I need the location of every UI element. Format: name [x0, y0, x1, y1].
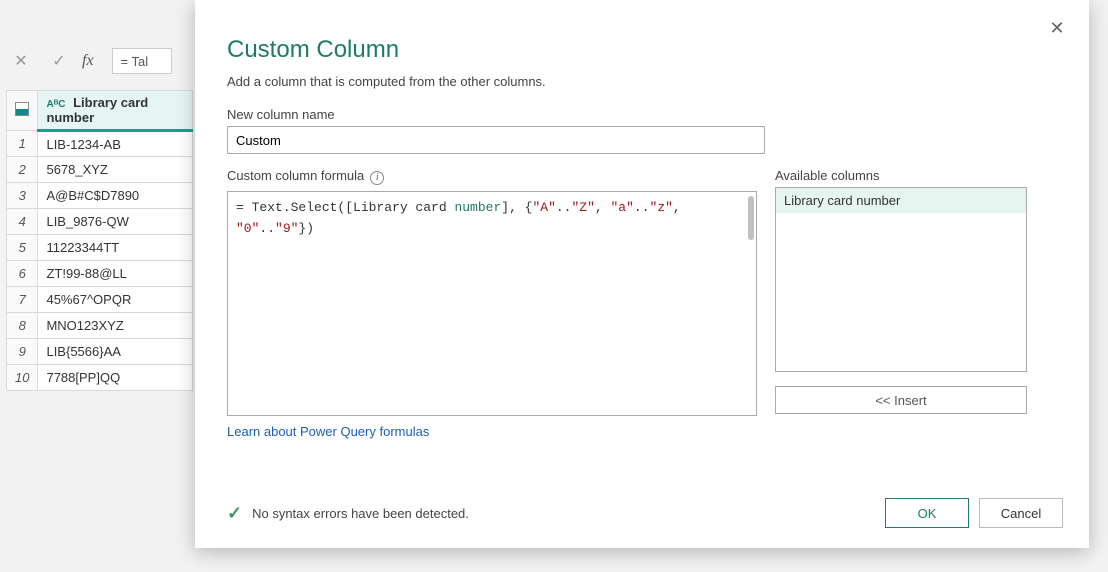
close-icon[interactable]: ✕: [1043, 14, 1071, 42]
table-row[interactable]: 9LIB{5566}AA: [7, 339, 193, 365]
fx-icon[interactable]: fx: [82, 52, 94, 70]
info-icon[interactable]: i: [370, 171, 384, 185]
custom-column-formula-input[interactable]: = Text.Select([Library card number], {"A…: [227, 191, 757, 416]
table-row[interactable]: 3A@B#C$D7890: [7, 183, 193, 209]
formula-token: "a": [611, 200, 634, 215]
insert-button[interactable]: << Insert: [775, 386, 1027, 414]
formula-token: number: [454, 200, 501, 215]
new-column-name-label: New column name: [227, 107, 1063, 122]
formula-token: ]: [501, 200, 509, 215]
row-number: 3: [7, 183, 38, 209]
row-number: 8: [7, 313, 38, 339]
available-columns-list[interactable]: Library card number: [775, 187, 1027, 372]
check-icon: ✓: [227, 503, 242, 524]
formula-token: }): [298, 221, 314, 236]
formula-token: "A": [532, 200, 555, 215]
status-message: ✓ No syntax errors have been detected.: [227, 503, 469, 524]
cell-value[interactable]: LIB{5566}AA: [38, 339, 193, 365]
text-type-icon: AᴮC: [46, 99, 65, 110]
cell-value[interactable]: MNO123XYZ: [38, 313, 193, 339]
cancel-formula-icon[interactable]: ✕: [6, 46, 36, 76]
row-number: 4: [7, 209, 38, 235]
formula-bar-input[interactable]: = Tal: [112, 48, 172, 74]
formula-token: = Text.Select(: [236, 200, 345, 215]
table-row[interactable]: 745%67^OPQR: [7, 287, 193, 313]
row-number: 5: [7, 235, 38, 261]
table-row[interactable]: 6ZT!99-88@LL: [7, 261, 193, 287]
cell-value[interactable]: 11223344TT: [38, 235, 193, 261]
table-row[interactable]: 8MNO123XYZ: [7, 313, 193, 339]
table-row[interactable]: 4LIB_9876-QW: [7, 209, 193, 235]
cell-value[interactable]: ZT!99-88@LL: [38, 261, 193, 287]
commit-formula-icon[interactable]: ✓: [44, 46, 74, 76]
table-row[interactable]: 1LIB-1234-AB: [7, 131, 193, 157]
formula-token: ..: [556, 200, 572, 215]
formula-token: ,: [595, 200, 611, 215]
new-column-name-input[interactable]: [227, 126, 765, 154]
row-number: 10: [7, 365, 38, 391]
formula-token: "0": [236, 221, 259, 236]
column-header[interactable]: AᴮC Library card number: [38, 91, 193, 131]
cell-value[interactable]: 45%67^OPQR: [38, 287, 193, 313]
cell-value[interactable]: 5678_XYZ: [38, 157, 193, 183]
table-row[interactable]: 107788[PP]QQ: [7, 365, 193, 391]
row-number: 9: [7, 339, 38, 365]
formula-token: "Z": [571, 200, 594, 215]
cell-value[interactable]: A@B#C$D7890: [38, 183, 193, 209]
row-number: 6: [7, 261, 38, 287]
formula-token: ,: [673, 200, 681, 215]
data-grid[interactable]: AᴮC Library card number 1LIB-1234-AB2567…: [6, 90, 193, 391]
formula-token: [Library card: [345, 200, 454, 215]
formula-token: ..: [634, 200, 650, 215]
status-text: No syntax errors have been detected.: [252, 506, 469, 521]
ok-button[interactable]: OK: [885, 498, 969, 528]
custom-column-formula-label: Custom column formula: [227, 168, 364, 183]
scrollbar-thumb[interactable]: [748, 196, 754, 240]
available-columns-label: Available columns: [775, 168, 1027, 183]
custom-column-dialog: ✕ Custom Column Add a column that is com…: [195, 0, 1089, 548]
formula-bar: ✕ ✓ fx = Tal: [6, 44, 172, 78]
table-row[interactable]: 25678_XYZ: [7, 157, 193, 183]
row-number: 2: [7, 157, 38, 183]
formula-token: , {: [509, 200, 532, 215]
cell-value[interactable]: 7788[PP]QQ: [38, 365, 193, 391]
learn-formulas-link[interactable]: Learn about Power Query formulas: [227, 424, 757, 439]
row-number: 7: [7, 287, 38, 313]
dialog-subtitle: Add a column that is computed from the o…: [227, 74, 1063, 89]
cell-value[interactable]: LIB_9876-QW: [38, 209, 193, 235]
available-column-item[interactable]: Library card number: [776, 188, 1026, 213]
formula-token: "9": [275, 221, 298, 236]
table-options-icon[interactable]: [7, 91, 38, 131]
table-row[interactable]: 511223344TT: [7, 235, 193, 261]
cell-value[interactable]: LIB-1234-AB: [38, 131, 193, 157]
dialog-title: Custom Column: [227, 36, 1063, 64]
cancel-button[interactable]: Cancel: [979, 498, 1063, 528]
formula-token: "z": [650, 200, 673, 215]
formula-token: ..: [259, 221, 275, 236]
row-number: 1: [7, 131, 38, 157]
